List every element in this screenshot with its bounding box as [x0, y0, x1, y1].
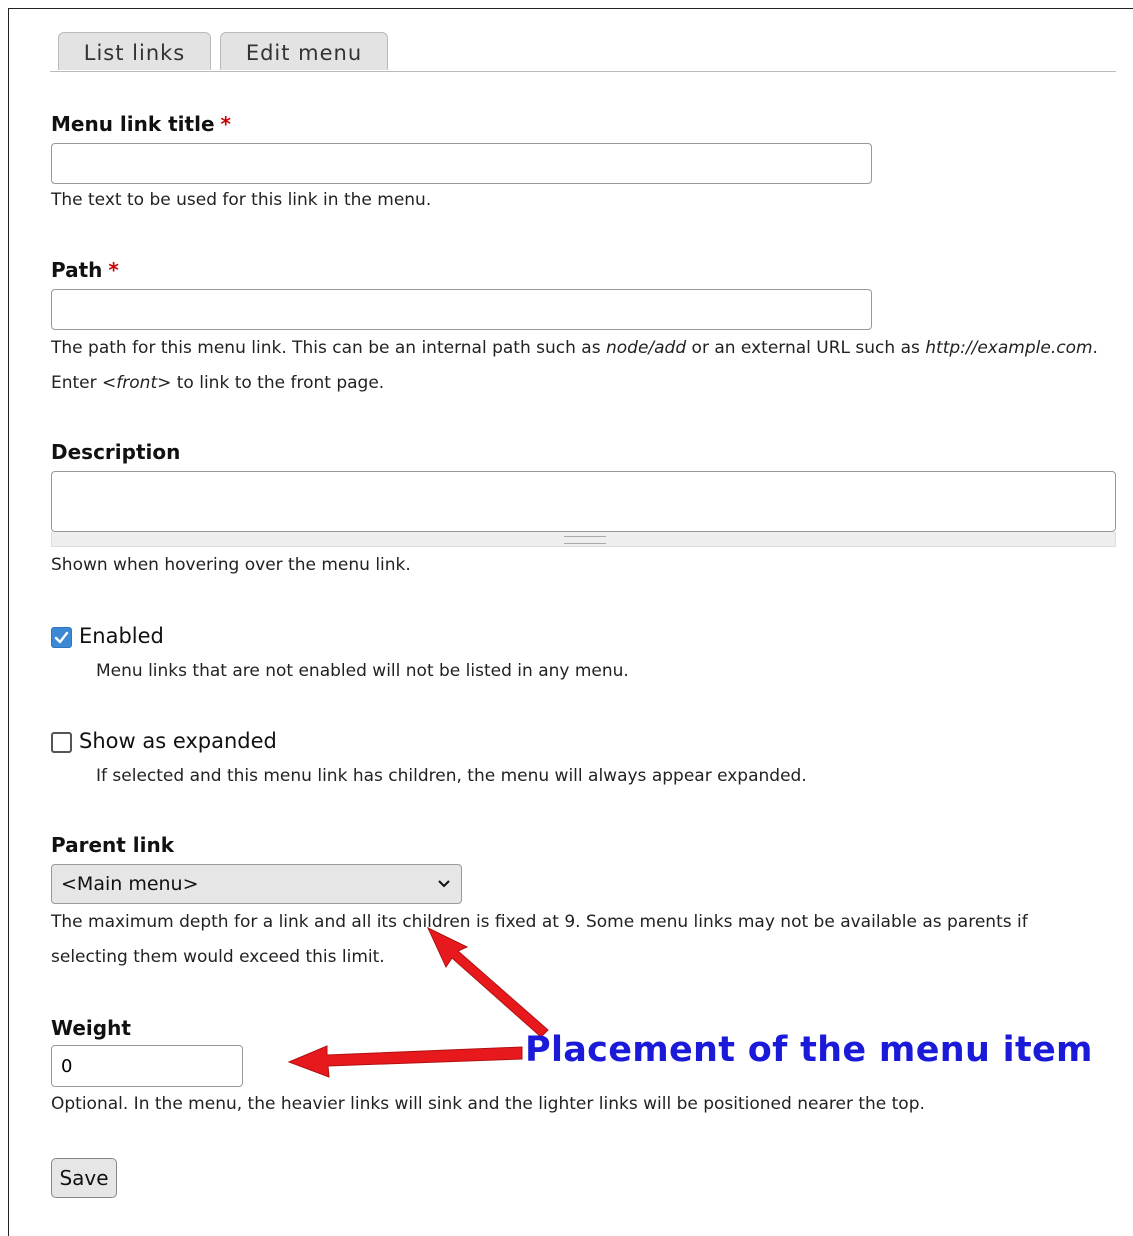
arrow-to-description-icon: [426, 926, 549, 1038]
arrow-to-weight-icon: [287, 1045, 523, 1078]
annotation-callout: Placement of the menu item: [525, 1030, 1093, 1070]
